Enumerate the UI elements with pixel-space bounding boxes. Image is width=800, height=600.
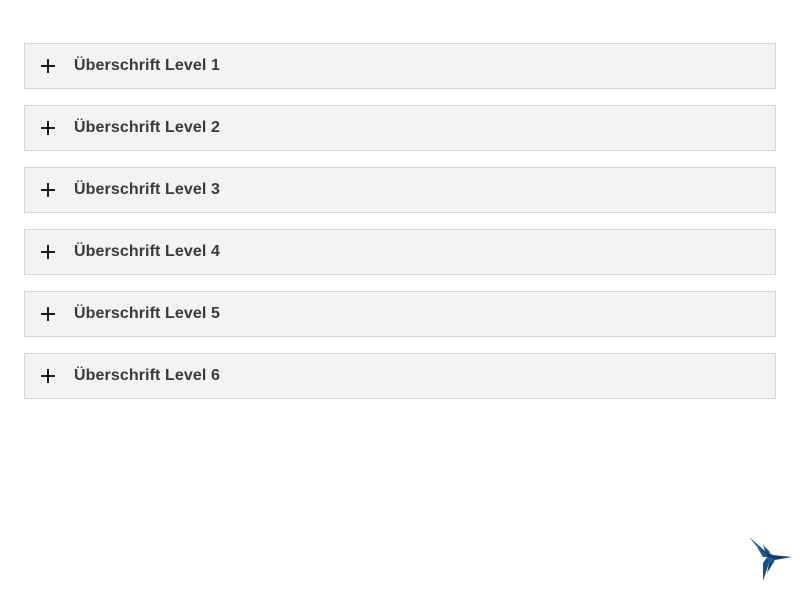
hummingbird-icon — [749, 537, 792, 581]
accordion-item-1[interactable]: Überschrift Level 1 — [24, 43, 776, 89]
accordion-item-title: Überschrift Level 3 — [74, 181, 220, 198]
accordion-item-6[interactable]: Überschrift Level 6 — [24, 353, 776, 399]
plus-icon — [41, 369, 55, 383]
plus-icon — [41, 245, 55, 259]
plus-icon — [41, 59, 55, 73]
accordion-item-3[interactable]: Überschrift Level 3 — [24, 167, 776, 213]
accordion-item-4[interactable]: Überschrift Level 4 — [24, 229, 776, 275]
plus-icon — [41, 307, 55, 321]
plus-icon — [41, 183, 55, 197]
page: Überschrift Level 1 Überschrift Level 2 … — [0, 0, 800, 600]
accordion-item-title: Überschrift Level 6 — [74, 367, 220, 384]
accordion-item-title: Überschrift Level 2 — [74, 119, 220, 136]
accordion-item-title: Überschrift Level 4 — [74, 243, 220, 260]
accordion-item-title: Überschrift Level 1 — [74, 57, 220, 74]
plus-icon — [41, 121, 55, 135]
accordion-item-5[interactable]: Überschrift Level 5 — [24, 291, 776, 337]
accordion: Überschrift Level 1 Überschrift Level 2 … — [24, 43, 776, 415]
accordion-item-title: Überschrift Level 5 — [74, 305, 220, 322]
accordion-item-2[interactable]: Überschrift Level 2 — [24, 105, 776, 151]
